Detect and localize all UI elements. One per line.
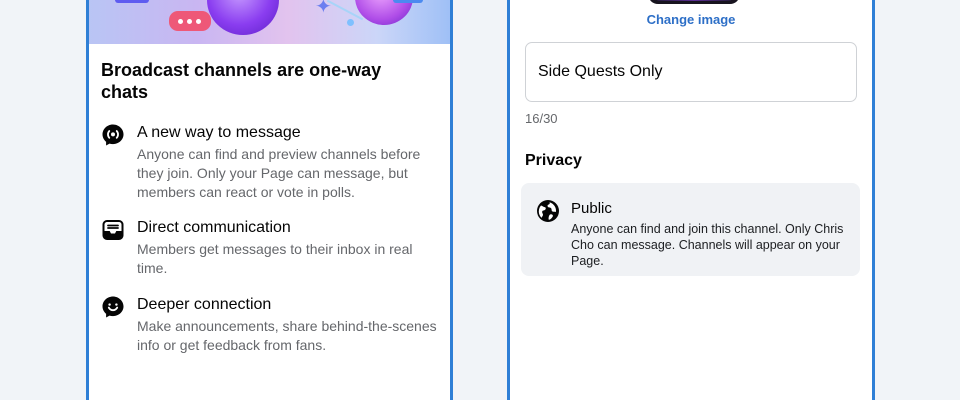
chat-bubble-illustration: [169, 11, 211, 31]
privacy-option-public[interactable]: Public Anyone can find and join this cha…: [521, 183, 860, 276]
feature-description: Make announcements, share behind-the-sce…: [137, 318, 437, 353]
broadcast-icon: [102, 124, 124, 146]
intro-title: Broadcast channels are one-way chats: [101, 60, 382, 102]
feature-description: Members get messages to their inbox in r…: [137, 241, 413, 276]
privacy-option-description: Anyone can find and join this channel. O…: [571, 222, 844, 268]
decor-shape: [115, 0, 149, 3]
orb-illustration: [207, 0, 279, 35]
decor-dot: [347, 19, 354, 26]
character-counter: 16/30: [525, 111, 558, 126]
channel-settings-screen: Change image 16/30 Privacy Public Anyone…: [507, 0, 875, 400]
decor-dot: [196, 19, 201, 24]
privacy-option-title: Public: [571, 200, 612, 217]
decor-dot: [187, 19, 192, 24]
feature-heading: A new way to message: [137, 124, 301, 141]
change-image-link[interactable]: Change image: [510, 12, 872, 27]
privacy-heading: Privacy: [525, 152, 582, 169]
channel-image-thumbnail[interactable]: [648, 0, 740, 4]
feature-heading: Direct communication: [137, 219, 291, 236]
channel-name-input[interactable]: [525, 42, 857, 102]
hero-illustration: ✦: [89, 0, 450, 44]
decor-shape: [393, 0, 423, 3]
feature-heading: Deeper connection: [137, 296, 272, 313]
orb-illustration: [355, 0, 413, 25]
feature-description: Anyone can find and preview channels bef…: [137, 146, 421, 200]
smile-chat-icon: [102, 296, 124, 318]
globe-icon: [537, 200, 559, 222]
inbox-icon: [102, 220, 124, 240]
decor-dot: [178, 19, 183, 24]
channel-intro-screen: ✦ Broadcast channels are one-way chats A…: [86, 0, 453, 400]
